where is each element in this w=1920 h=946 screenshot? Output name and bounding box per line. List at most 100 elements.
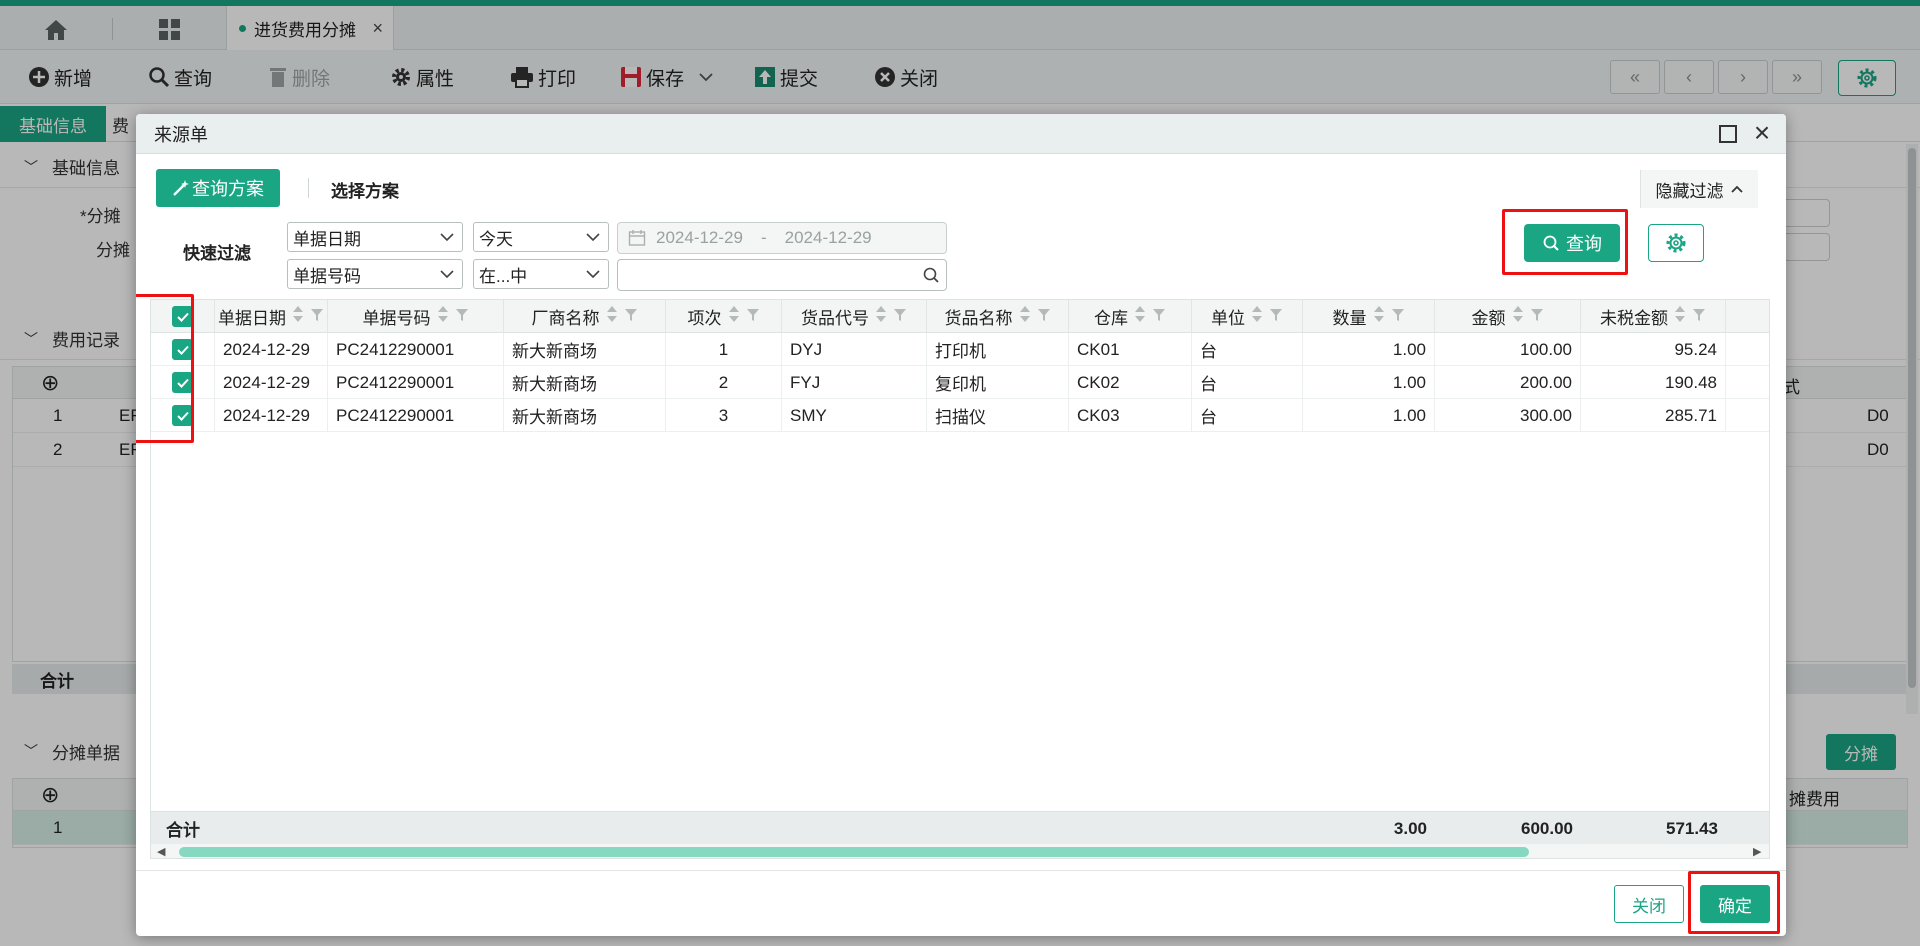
row-checkbox[interactable]	[151, 366, 215, 399]
col-header-goods-name[interactable]: 货品名称	[927, 300, 1069, 333]
cell-goods-code: FYJ	[782, 366, 927, 399]
grid-horizontal-scrollbar[interactable]: ◀ ▶	[151, 844, 1769, 858]
sort-icon[interactable]	[437, 305, 449, 328]
sort-icon[interactable]	[1674, 305, 1686, 328]
filter-icon[interactable]	[1269, 307, 1283, 327]
sort-icon[interactable]	[606, 305, 618, 328]
col-header-amount[interactable]: 金额	[1435, 300, 1581, 333]
filter-icon[interactable]	[1037, 307, 1051, 327]
table-row[interactable]: 2024-12-29 PC2412290001 新大新商场 2 FYJ 复印机 CK02 台 1…	[151, 366, 1769, 399]
maximize-icon[interactable]	[1719, 125, 1737, 143]
cell-goods-name: 打印机	[927, 333, 1069, 366]
col-label: 货品名称	[944, 309, 1013, 328]
check-icon	[172, 405, 193, 426]
total-label: 合计	[166, 821, 200, 840]
filter-field-select[interactable]: 单据号码	[287, 259, 463, 289]
col-label: 金额	[1471, 309, 1506, 328]
filter-value-input[interactable]	[617, 259, 947, 291]
dialog-close-button[interactable]: 关闭	[1614, 885, 1684, 923]
filter-icon[interactable]	[746, 307, 760, 327]
hide-filter-button[interactable]: 隐藏过滤	[1640, 170, 1758, 208]
col-header-untaxed[interactable]: 未税金额	[1581, 300, 1726, 333]
row-checkbox[interactable]	[151, 333, 215, 366]
filter-icon[interactable]	[1152, 307, 1166, 327]
source-grid: 单据日期 单据号码 厂商名称 项次 货品代号 货品名称 仓库 单位 数量 金额 …	[150, 299, 1770, 859]
col-header-qty[interactable]: 数量	[1303, 300, 1435, 333]
date-range-input[interactable]: 2024-12-29 - 2024-12-29	[617, 222, 947, 254]
col-header-vendor[interactable]: 厂商名称	[504, 300, 666, 333]
cell-item-no: 3	[666, 399, 782, 432]
row-checkbox[interactable]	[151, 399, 215, 432]
total-untaxed: 571.43	[1666, 818, 1718, 838]
hide-filter-label: 隐藏过滤	[1655, 181, 1724, 201]
chevron-down-icon	[586, 270, 600, 279]
sort-icon[interactable]	[1019, 305, 1031, 328]
sort-icon[interactable]	[1251, 305, 1263, 328]
filter-icon[interactable]	[893, 307, 907, 327]
filter-field-select[interactable]: 单据日期	[287, 222, 463, 252]
scroll-left-icon[interactable]: ◀	[157, 845, 165, 858]
cell-item-no: 2	[666, 366, 782, 399]
cell-qty: 1.00	[1303, 333, 1435, 366]
cell-amount: 100.00	[1435, 333, 1581, 366]
scroll-right-icon[interactable]: ▶	[1753, 845, 1761, 858]
filter-operator-select[interactable]: 在...中	[473, 259, 609, 289]
chevron-down-icon	[586, 233, 600, 242]
total-qty: 3.00	[1393, 818, 1427, 838]
dialog-confirm-button[interactable]: 确定	[1700, 885, 1770, 923]
cell-unit: 台	[1192, 399, 1303, 432]
cell-date: 2024-12-29	[215, 399, 328, 432]
filter-operator-select[interactable]: 今天	[473, 222, 609, 252]
select-plan-label[interactable]: 选择方案	[331, 177, 399, 202]
cell-goods-name: 复印机	[927, 366, 1069, 399]
filter-settings-button[interactable]	[1648, 224, 1704, 262]
query-plan-button[interactable]: 查询方案	[156, 169, 280, 207]
cell-untaxed: 95.24	[1581, 333, 1726, 366]
select-value: 单据号码	[293, 266, 361, 286]
cell-amount: 200.00	[1435, 366, 1581, 399]
sort-icon[interactable]	[1512, 305, 1524, 328]
dialog-title: 来源单	[154, 124, 208, 145]
col-label: 项次	[687, 309, 722, 328]
cell-qty: 1.00	[1303, 399, 1435, 432]
select-value: 在...中	[479, 266, 528, 286]
filter-icon[interactable]	[624, 307, 638, 327]
chevron-up-icon	[1730, 185, 1743, 193]
cell-item-no: 1	[666, 333, 782, 366]
filter-icon[interactable]	[310, 307, 324, 327]
close-icon[interactable]: ×	[1748, 118, 1776, 150]
dialog-header: 来源单 ×	[136, 114, 1786, 154]
table-row[interactable]: 2024-12-29 PC2412290001 新大新商场 3 SMY 扫描仪 CK03 台 1…	[151, 399, 1769, 432]
col-header-goods-code[interactable]: 货品代号	[782, 300, 927, 333]
sort-icon[interactable]	[728, 305, 740, 328]
sort-icon[interactable]	[1373, 305, 1385, 328]
col-header-warehouse[interactable]: 仓库	[1069, 300, 1192, 333]
sort-icon[interactable]	[292, 305, 304, 328]
cell-unit: 台	[1192, 333, 1303, 366]
chevron-down-icon	[440, 233, 454, 242]
sort-icon[interactable]	[875, 305, 887, 328]
query-button[interactable]: 查询	[1524, 224, 1620, 262]
grid-total-row: 合计 3.00 600.00 571.43	[151, 811, 1769, 844]
cell-qty: 1.00	[1303, 366, 1435, 399]
table-row[interactable]: 2024-12-29 PC2412290001 新大新商场 1 DYJ 打印机 CK01 台 1…	[151, 333, 1769, 366]
filter-icon[interactable]	[1692, 307, 1706, 327]
col-header-unit[interactable]: 单位	[1192, 300, 1303, 333]
dialog-footer-divider	[136, 870, 1786, 871]
scrollbar-thumb[interactable]	[179, 847, 1529, 857]
cell-vendor: 新大新商场	[504, 333, 666, 366]
col-header-item-no[interactable]: 项次	[666, 300, 782, 333]
col-label: 数量	[1332, 309, 1367, 328]
col-header-doc-no[interactable]: 单据号码	[328, 300, 504, 333]
col-header-date[interactable]: 单据日期	[215, 300, 328, 333]
cell-doc-no: PC2412290001	[328, 366, 504, 399]
col-label: 单位	[1211, 309, 1245, 328]
filter-icon[interactable]	[455, 307, 469, 327]
filter-icon[interactable]	[1530, 307, 1544, 327]
search-icon[interactable]	[922, 266, 940, 284]
sort-icon[interactable]	[1134, 305, 1146, 328]
select-all-checkbox[interactable]	[151, 300, 215, 333]
col-label: 仓库	[1094, 309, 1128, 328]
filter-icon[interactable]	[1391, 307, 1405, 327]
check-icon	[172, 339, 193, 360]
